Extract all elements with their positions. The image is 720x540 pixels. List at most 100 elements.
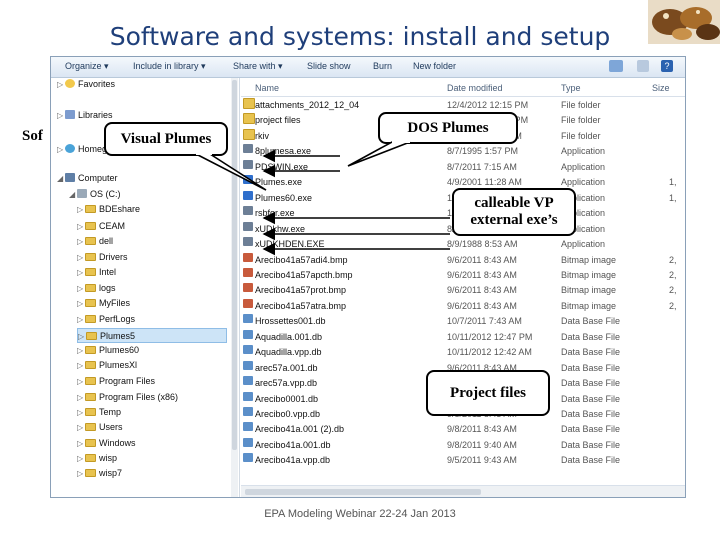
expand-arrow-icon[interactable]: ▷ bbox=[77, 234, 85, 249]
burn-button[interactable]: Burn bbox=[373, 61, 392, 71]
nav-item-computer[interactable]: ◢ Computer bbox=[57, 171, 118, 186]
expand-arrow-icon[interactable]: ▷ bbox=[77, 343, 85, 358]
nav-item-plumes60[interactable]: ▷ Plumes60 bbox=[77, 343, 139, 358]
expand-arrow-icon[interactable]: ▷ bbox=[77, 202, 85, 217]
nav-item-label: wisp bbox=[99, 453, 118, 463]
file-row[interactable]: Arecibo41a57apcth.bmp 9/6/2011 8:43 AM Bit… bbox=[241, 267, 681, 283]
nav-item-bdeshare[interactable]: ▷ BDEshare bbox=[77, 202, 140, 217]
nav-item-users[interactable]: ▷ Users bbox=[77, 420, 123, 435]
exe-file-icon bbox=[243, 206, 253, 216]
nav-item-label: Program Files bbox=[99, 376, 156, 386]
help-icon[interactable]: ? bbox=[661, 60, 673, 72]
column-type[interactable]: Type bbox=[561, 83, 581, 93]
expand-arrow-icon[interactable]: ▷ bbox=[77, 436, 85, 451]
file-row[interactable]: PDSWIN.exe 8/7/2011 7:15 AM Application bbox=[241, 159, 681, 175]
organize-menu[interactable]: Organize ▾ bbox=[65, 61, 109, 72]
nav-item-favorites[interactable]: ▷ Favorites bbox=[57, 78, 115, 92]
expand-arrow-icon[interactable]: ▷ bbox=[77, 390, 85, 405]
expand-arrow-icon[interactable]: ▷ bbox=[77, 281, 85, 296]
expand-arrow-icon[interactable]: ▷ bbox=[77, 374, 85, 389]
expand-arrow-icon[interactable]: ▷ bbox=[77, 466, 85, 481]
horizontal-scrollbar[interactable] bbox=[241, 485, 685, 497]
file-row[interactable]: Hrossettes001.db 10/7/2011 7:43 AM Data Ba… bbox=[241, 314, 681, 329]
nav-item-program-files-x86[interactable]: ▷ Program Files (x86) bbox=[77, 390, 178, 405]
expand-arrow-icon[interactable]: ▷ bbox=[77, 358, 85, 373]
file-row[interactable]: Arecibo41a.001 (2).db 9/8/2011 8:43 AM Dat… bbox=[241, 422, 681, 437]
expand-arrow-icon[interactable]: ▷ bbox=[78, 329, 86, 344]
folder-icon bbox=[85, 237, 96, 245]
expand-arrow-icon[interactable]: ▷ bbox=[77, 420, 85, 435]
nav-item-os-c[interactable]: ◢ OS (C:) bbox=[69, 187, 121, 202]
expand-arrow-icon[interactable]: ▷ bbox=[77, 296, 85, 311]
file-row[interactable]: attachments_2012_12_04 12/4/2012 12:15 PM… bbox=[241, 98, 681, 113]
preview-pane-icon[interactable] bbox=[637, 60, 649, 72]
column-date-modified[interactable]: Date modified bbox=[447, 83, 503, 93]
nav-item-label: OS (C:) bbox=[90, 189, 121, 199]
nav-item-plumesxl[interactable]: ▷ PlumesXl bbox=[77, 358, 137, 373]
expand-arrow-icon[interactable]: ▷ bbox=[77, 265, 85, 280]
folder-icon bbox=[85, 377, 96, 385]
nav-item-program-files[interactable]: ▷ Program Files bbox=[77, 374, 155, 389]
nav-item-label: Plumes5 bbox=[100, 331, 136, 341]
file-row[interactable]: Arecibo41a.vpp.db 9/5/2011 9:43 AM Data Ba… bbox=[241, 453, 681, 468]
expand-arrow-icon[interactable]: ▷ bbox=[77, 250, 85, 265]
nav-item-label: CEAM bbox=[99, 221, 126, 231]
slide-show-button[interactable]: Slide show bbox=[307, 61, 351, 71]
file-type: File folder bbox=[561, 130, 601, 141]
nav-item-intel[interactable]: ▷ Intel bbox=[77, 265, 116, 280]
expand-arrow-icon[interactable]: ▷ bbox=[77, 312, 85, 327]
nav-scrollbar-thumb[interactable] bbox=[232, 80, 237, 450]
callout-project-files: Project files bbox=[426, 370, 550, 416]
callout-callable-line1: calleable VP bbox=[474, 195, 554, 211]
include-in-library-menu[interactable]: Include in library ▾ bbox=[133, 61, 206, 72]
callout-callable-exes: calleable VP external exe’s bbox=[452, 188, 576, 236]
callout-visual-plumes-text: Visual Plumes bbox=[120, 131, 212, 147]
expand-arrow-icon[interactable]: ▷ bbox=[57, 78, 65, 92]
file-name: Arecibo41a.vpp.db bbox=[255, 455, 331, 466]
file-row[interactable]: Aquadilla.001.db 10/11/2012 12:47 PM Data … bbox=[241, 329, 681, 345]
file-row[interactable]: Aquadilla.vpp.db 10/11/2012 12:42 AM Data … bbox=[241, 345, 681, 360]
file-row[interactable]: xUDKHDEN.EXE 8/9/1988 8:53 AM Application bbox=[241, 237, 681, 252]
view-options-icon[interactable] bbox=[609, 60, 623, 72]
nav-item-logs[interactable]: ▷ logs bbox=[77, 281, 116, 296]
horizontal-scrollbar-thumb[interactable] bbox=[245, 489, 481, 495]
file-date: 10/11/2012 12:47 PM bbox=[447, 331, 533, 342]
nav-item-drivers[interactable]: ▷ Drivers bbox=[77, 250, 128, 265]
nav-item-windows[interactable]: ▷ Windows bbox=[77, 436, 136, 451]
expand-arrow-icon[interactable]: ◢ bbox=[69, 187, 77, 202]
share-with-menu[interactable]: Share with ▾ bbox=[233, 61, 283, 72]
expand-arrow-icon[interactable]: ◢ bbox=[57, 171, 65, 186]
file-row[interactable]: 8plumesa.exe 8/7/1995 1:57 PM Application bbox=[241, 144, 681, 159]
exe-file-icon bbox=[243, 144, 253, 154]
nav-item-label: Program Files (x86) bbox=[99, 392, 179, 402]
nav-item-label: dell bbox=[99, 236, 114, 246]
nav-item-myfiles[interactable]: ▷ MyFiles bbox=[77, 296, 130, 311]
column-size[interactable]: Size bbox=[652, 83, 670, 93]
expand-arrow-icon[interactable]: ▷ bbox=[57, 142, 65, 157]
expand-arrow-icon[interactable]: ▷ bbox=[77, 405, 85, 420]
computer-icon bbox=[65, 173, 75, 182]
file-row[interactable]: Arecibo41a57atra.bmp 9/6/2011 8:43 AM Bitm… bbox=[241, 298, 681, 314]
file-row[interactable]: Arecibo41a57prot.bmp 9/6/2011 8:43 AM Bitm… bbox=[241, 283, 681, 298]
folder-icon bbox=[85, 284, 96, 292]
expand-arrow-icon[interactable]: ▷ bbox=[77, 219, 85, 234]
file-row[interactable]: Arecibo41a.001.db 9/8/2011 9:40 AM Data Ba… bbox=[241, 437, 681, 453]
nav-item-plumes5[interactable]: ▷ Plumes5 bbox=[77, 328, 227, 343]
nav-item-wisp[interactable]: ▷ wisp bbox=[77, 451, 117, 466]
nav-item-wisp7[interactable]: ▷ wisp7 bbox=[77, 466, 122, 481]
nav-item-dell[interactable]: ▷ dell bbox=[77, 234, 113, 249]
folder-icon bbox=[85, 393, 96, 401]
new-folder-button[interactable]: New folder bbox=[413, 61, 456, 71]
expand-arrow-icon[interactable]: ▷ bbox=[77, 451, 85, 466]
nav-item-ceam[interactable]: ▷ CEAM bbox=[77, 219, 125, 234]
nav-item-libraries[interactable]: ▷ Libraries bbox=[57, 108, 113, 123]
column-name[interactable]: Name bbox=[255, 83, 279, 93]
db-file-icon bbox=[243, 407, 253, 416]
nav-item-perflogs[interactable]: ▷ PerfLogs bbox=[77, 312, 135, 327]
expand-arrow-icon[interactable]: ▷ bbox=[57, 108, 65, 123]
nav-item-temp[interactable]: ▷ Temp bbox=[77, 405, 121, 420]
nav-scrollbar[interactable] bbox=[231, 78, 238, 497]
file-row[interactable]: Arecibo41a57adi4.bmp 9/6/2011 8:43 AM Bitm… bbox=[241, 252, 681, 268]
folder-icon bbox=[85, 268, 96, 276]
file-date: 8/7/2011 7:15 AM bbox=[447, 161, 517, 172]
